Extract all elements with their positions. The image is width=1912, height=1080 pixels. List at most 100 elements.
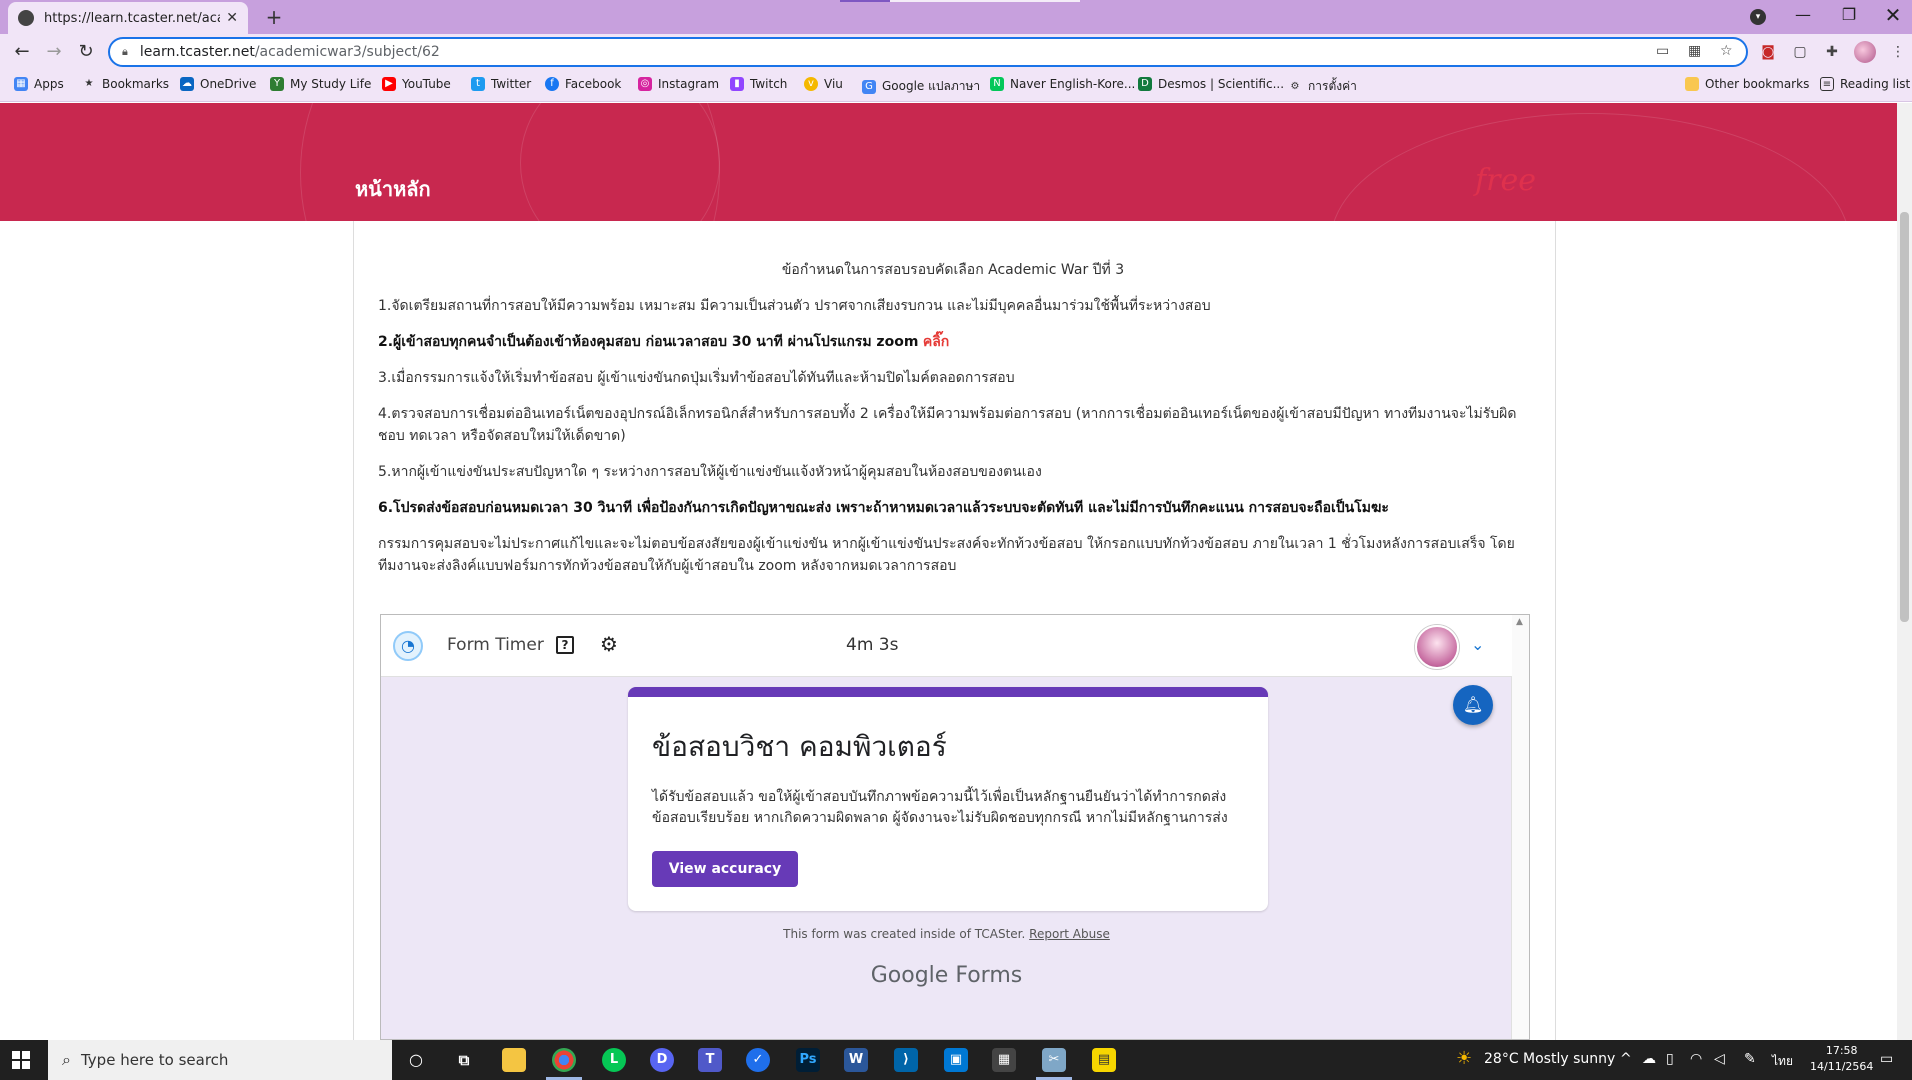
bookmark-google-translate[interactable]: G Google แปลภาษา [862,77,980,96]
rule-1: 1.จัดเตรียมสถานที่การสอบให้มีความพร้อม เ… [378,298,1211,314]
chrome-icon[interactable] [552,1048,576,1072]
translate-icon: G [862,79,876,94]
report-abuse-link[interactable]: Report Abuse [1029,927,1110,941]
extension-shield-icon[interactable]: ◙ [1758,42,1778,62]
settings-icon[interactable]: ⚙ [600,632,618,656]
form-card: ข้อสอบวิชา คอมพิวเตอร์ ได้รับข้อสอบแล้ว … [628,687,1268,911]
vscode-icon[interactable]: ⟩ [894,1048,918,1072]
new-tab-button[interactable]: + [260,4,288,30]
show-hidden-icons-icon[interactable]: ^ [1620,1051,1632,1067]
bookmark-apps[interactable]: ▦ Apps [14,77,64,91]
tab-strip: https://learn.tcaster.net/academ ✕ + ▾ —… [0,0,1912,34]
extensions-puzzle-icon[interactable]: ✚ [1822,42,1842,62]
windows-taskbar: ⌕ Type here to search ○ ⧉ L D T ✓ Ps W ⟩… [0,1040,1912,1080]
bookmark-naver[interactable]: N Naver English-Kore... [990,77,1135,91]
settings-gear-icon: ⚙ [1290,80,1300,92]
lock-icon[interactable]: 🔒︎ [122,45,128,59]
restore-icon[interactable]: ❐ [1826,0,1872,34]
youtube-icon: ▶ [382,77,396,91]
file-explorer-icon[interactable] [502,1048,526,1072]
bookmark-label: Desmos | Scientific... [1158,77,1285,91]
bookmark-twitter[interactable]: t Twitter [471,77,531,91]
windows-start-icon[interactable] [12,1051,30,1069]
bookmark-my-study-life[interactable]: Y My Study Life [270,77,371,91]
close-tab-icon[interactable]: ✕ [226,10,238,26]
chevron-down-icon[interactable]: ⌄ [1471,635,1484,654]
back-arrow-icon[interactable]: ← [8,38,36,66]
bookmark-label: YouTube [402,77,451,91]
view-accuracy-button[interactable]: View accuracy [652,851,798,887]
user-avatar[interactable] [1415,625,1459,669]
twitch-icon: ▮ [730,77,744,91]
rule-2-text: 2.ผู้เข้าสอบทุกคนจำเป็นต้องเข้าห้องคุมสอ… [378,334,919,350]
browser-tab-active[interactable]: https://learn.tcaster.net/academ ✕ [8,2,248,34]
created-inside-text: This form was created inside of TCASter. [783,927,1026,941]
help-icon[interactable]: ? [556,636,574,654]
bookmark-label: Instagram [658,77,720,91]
bookmark-youtube[interactable]: ▶ YouTube [382,77,451,91]
bookmark-star-icon[interactable]: ☆ [1720,43,1733,59]
qr-code-icon[interactable]: ▦ [1688,43,1701,59]
extension-chat-icon[interactable]: ▢ [1790,42,1810,62]
todo-check-icon[interactable]: ✓ [746,1048,770,1072]
tab-search-icon[interactable]: ▾ [1750,9,1766,25]
volume-icon[interactable]: ◁ [1714,1051,1725,1067]
input-language[interactable]: ไทย [1772,1052,1793,1071]
bookmark-viu[interactable]: v Viu [804,77,843,91]
menu-kebab-icon[interactable]: ⋮ [1888,42,1908,62]
free-badge: free [1475,163,1536,198]
bookmark-instagram[interactable]: ◎ Instagram [638,77,719,91]
reload-icon[interactable]: ↻ [72,38,100,66]
minimize-icon[interactable]: — [1780,0,1826,34]
task-view-icon[interactable]: ⧉ [452,1048,476,1072]
scroll-up-icon[interactable]: ▲ [1516,617,1523,627]
rule-4: 4.ตรวจสอบการเชื่อมต่ออินเทอร์เน็ตของอุปก… [378,406,1517,444]
clock-time: 17:58 [1825,1044,1858,1057]
bookmark-label: Facebook [565,77,622,91]
line-app-icon[interactable]: L [602,1048,626,1072]
forward-arrow-icon[interactable]: → [40,38,68,66]
page-scrollbar-thumb[interactable] [1900,212,1909,622]
teams-icon[interactable]: T [698,1048,722,1072]
photoshop-icon[interactable]: Ps [796,1048,820,1072]
cast-icon[interactable]: ▭ [1656,43,1669,59]
notification-center-icon[interactable]: ▭ [1880,1051,1893,1067]
word-icon[interactable]: W [844,1048,868,1072]
home-nav-link[interactable]: หน้าหลัก [355,173,431,205]
bookmark-label: การตั้งค่า [1308,79,1357,93]
frame-scrollbar[interactable]: ▲ [1511,615,1529,1039]
bookmark-settings[interactable]: ⚙ การตั้งค่า [1288,77,1357,96]
profile-avatar[interactable] [1854,41,1876,63]
discord-icon[interactable]: D [650,1048,674,1072]
bookmark-twitch[interactable]: ▮ Twitch [730,77,787,91]
bookmark-onedrive[interactable]: ☁ OneDrive [180,77,256,91]
reading-list[interactable]: ≡ Reading list [1820,77,1910,91]
bookmark-desmos[interactable]: D Desmos | Scientific... [1138,77,1284,91]
snipping-tool-icon[interactable]: ✂ [1042,1048,1066,1072]
zoom-link[interactable]: คลิ๊ก [923,334,949,350]
taskbar-search[interactable]: ⌕ Type here to search [48,1040,392,1080]
calculator-icon[interactable]: ▦ [992,1048,1016,1072]
google-forms-logo[interactable]: Google Forms [381,963,1512,988]
photos-icon[interactable]: ▣ [944,1048,968,1072]
address-bar[interactable]: 🔒︎ learn.tcaster.net/academicwar3/subjec… [108,37,1748,67]
url-host: learn.tcaster.net [139,44,255,60]
wifi-icon[interactable]: ◠ [1690,1051,1702,1067]
bell-notification-icon[interactable]: 🔔︎ [1453,685,1493,725]
bookmark-facebook[interactable]: f Facebook [545,77,621,91]
battery-icon[interactable]: ▯ [1666,1051,1674,1067]
search-icon: ⌕ [62,1050,71,1069]
cloud-icon: ☁ [180,77,194,91]
system-clock[interactable]: 17:58 14/11/2564 [1810,1043,1873,1075]
other-bookmarks[interactable]: Other bookmarks [1685,77,1809,91]
weather-text[interactable]: 28°C Mostly sunny [1484,1051,1615,1067]
bookmark-label: Twitch [750,77,788,91]
cortana-icon[interactable]: ○ [404,1048,428,1072]
bookmark-bookmarks[interactable]: ★ Bookmarks [82,77,170,91]
timer-countdown: 4m 3s [846,635,899,655]
weather-sun-icon[interactable]: ☀ [1456,1048,1472,1069]
sticky-notes-icon[interactable]: ▤ [1092,1048,1116,1072]
onedrive-cloud-icon[interactable]: ☁ [1642,1051,1656,1067]
pen-icon[interactable]: ✎ [1744,1051,1756,1067]
close-window-icon[interactable]: ✕ [1870,0,1912,34]
